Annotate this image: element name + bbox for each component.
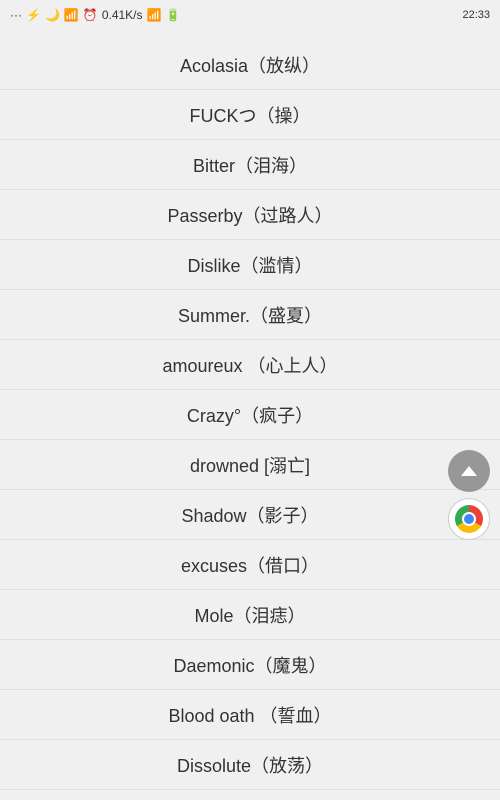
item-text: FUCKつ（操） <box>190 102 311 128</box>
item-text: Mole（泪痣） <box>194 602 305 628</box>
item-text: drowned [溺亡] <box>190 452 310 478</box>
item-text: Dissolute（放荡） <box>177 752 323 778</box>
alarm-icon: ⏰ <box>83 8 98 22</box>
item-text: Crazy°（疯子） <box>187 402 313 428</box>
moon-icon: 🌙 <box>45 8 60 22</box>
list-item[interactable]: Dislike（滥情） <box>0 240 500 290</box>
chevron-up-icon <box>461 466 477 476</box>
list-item[interactable]: Shadow（影子） <box>0 490 500 540</box>
battery-icon: 📶 <box>64 8 79 22</box>
list-item[interactable]: FUCKつ（操） <box>0 90 500 140</box>
bluetooth-icon: ⚡ <box>26 8 41 22</box>
main-content: Acolasia（放纵） FUCKつ（操） Bitter（泪海） Passerby（过… <box>0 30 500 800</box>
list-container: Acolasia（放纵） FUCKつ（操） Bitter（泪海） Passerby（过… <box>0 30 500 800</box>
item-text: amoureux （心上人） <box>162 352 337 378</box>
list-item[interactable]: Acolasia（放纵） <box>0 40 500 90</box>
list-item[interactable]: Bitter（泪海） <box>0 140 500 190</box>
list-item[interactable]: drowned [溺亡] <box>0 440 500 490</box>
item-text: Summer.（盛夏） <box>178 302 322 328</box>
status-bar: ··· ⚡ 🌙 📶 ⏰ 0.41K/s 📶 🔋 22:33 <box>0 0 500 30</box>
list-item[interactable]: Crazy°（疯子） <box>0 390 500 440</box>
list-item[interactable]: Blood oath （誓血） <box>0 690 500 740</box>
status-left: ··· ⚡ 🌙 📶 ⏰ 0.41K/s 📶 🔋 <box>10 8 180 22</box>
list-item[interactable]: Daemonic（魔鬼） <box>0 640 500 690</box>
list-item[interactable]: Passerby（过路人） <box>0 190 500 240</box>
chrome-button[interactable] <box>448 498 490 540</box>
time: 22:33 <box>462 9 490 21</box>
item-text: excuses（借口） <box>181 552 319 578</box>
float-buttons <box>448 450 490 540</box>
scroll-top-button[interactable] <box>448 450 490 492</box>
status-right: 22:33 <box>462 9 490 21</box>
item-text: Bitter（泪海） <box>193 152 307 178</box>
list-item[interactable]: amoureux （心上人） <box>0 340 500 390</box>
item-text: Acolasia（放纵） <box>180 52 320 78</box>
item-text: Shadow（影子） <box>181 502 318 528</box>
battery-full-icon: 🔋 <box>165 8 180 22</box>
signal-icon: 📶 <box>147 8 162 22</box>
speed: 0.41K/s <box>102 8 143 22</box>
item-text: Daemonic（魔鬼） <box>173 652 326 678</box>
list-item[interactable]: Mole（泪痣） <box>0 590 500 640</box>
list-item[interactable]: Ambition（抱负） <box>0 790 500 800</box>
chrome-inner-circle <box>462 512 476 526</box>
item-text: Dislike（滥情） <box>187 252 312 278</box>
list-item[interactable]: excuses（借口） <box>0 540 500 590</box>
chrome-icon <box>455 505 483 533</box>
list-item[interactable]: Summer.（盛夏） <box>0 290 500 340</box>
item-text: Blood oath （誓血） <box>168 702 331 728</box>
list-item[interactable]: Dissolute（放荡） <box>0 740 500 790</box>
dots-icon: ··· <box>10 8 22 22</box>
item-text: Passerby（过路人） <box>167 202 332 228</box>
